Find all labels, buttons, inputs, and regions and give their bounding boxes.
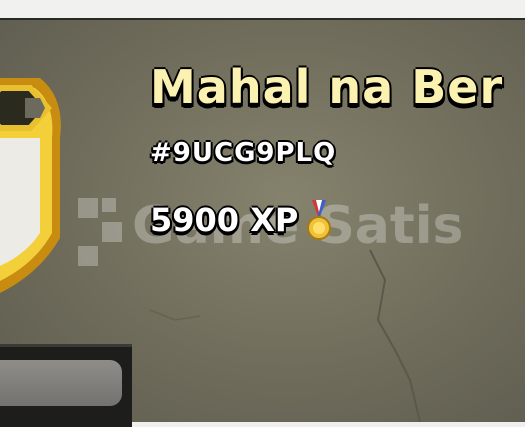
clan-name: Mahal na Ber [150, 60, 504, 114]
clan-xp-value: 5900 XP [150, 201, 299, 239]
top-strip [0, 0, 525, 18]
xp-medal-icon [307, 200, 332, 240]
clan-xp-row: 5900 XP [150, 198, 332, 242]
bottom-button[interactable] [0, 360, 122, 406]
clan-tag: #9UCG9PLQ [150, 138, 337, 168]
clan-badge-shield-icon [0, 78, 61, 293]
